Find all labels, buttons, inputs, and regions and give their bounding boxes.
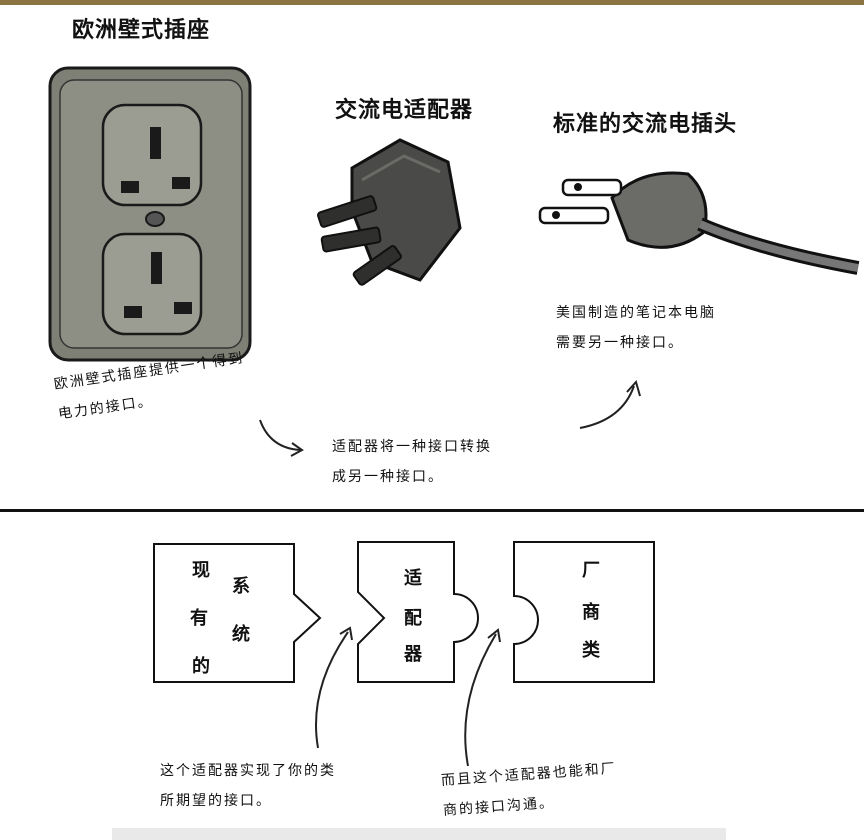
ac-adapter-illustration: [317, 138, 462, 286]
adapter-note-right: 而且这个适配器也能和厂 商的接口沟通。: [440, 754, 620, 826]
arrow-to-adapter-left: [315, 631, 349, 749]
existing-system-char-4: 系: [232, 576, 250, 597]
euro-wall-socket-illustration: [48, 66, 252, 362]
adapter-char-2: 配: [404, 608, 422, 629]
adapter-note-left-line-2: 所期望的接口。: [160, 793, 272, 809]
plug-note-line-1: 美国制造的笔记本电脑: [556, 305, 716, 321]
existing-system-char-5: 统: [232, 624, 250, 645]
euro-outlet-title: 欧洲壁式插座: [72, 18, 211, 43]
adapter-note-line-2: 成另一种接口。: [332, 469, 444, 485]
plug-note: 美国制造的笔记本电脑 需要另一种接口。: [556, 298, 716, 358]
adapter-note-line-1: 适配器将一种接口转换: [332, 439, 492, 455]
adapter-char-3: 器: [404, 644, 422, 665]
adapter-note: 适配器将一种接口转换 成另一种接口。: [332, 432, 492, 492]
ac-plug-illustration: [538, 171, 860, 275]
adapter-note-left-line-1: 这个适配器实现了你的类: [160, 763, 336, 779]
plug-title: 标准的交流电插头: [553, 112, 738, 137]
plug-note-line-2: 需要另一种接口。: [556, 335, 684, 351]
adapter-title: 交流电适配器: [335, 98, 474, 123]
arrow-to-adapter-right: [464, 633, 497, 767]
existing-system-char-2: 有: [190, 608, 208, 629]
vendor-class-char-2: 商: [582, 602, 600, 623]
vendor-class-char-1: 厂: [582, 560, 600, 581]
bottom-bar: [112, 828, 726, 840]
adapter-note-left: 这个适配器实现了你的类 所期望的接口。: [160, 756, 336, 816]
existing-system-char-3: 的: [192, 656, 210, 677]
existing-system-box: [153, 543, 322, 683]
arrow-curve-right: [579, 385, 635, 429]
vendor-class-char-3: 类: [582, 640, 600, 661]
existing-system-char-1: 现: [192, 560, 210, 581]
adapter-char-1: 适: [404, 568, 422, 589]
section-divider: [0, 509, 864, 512]
